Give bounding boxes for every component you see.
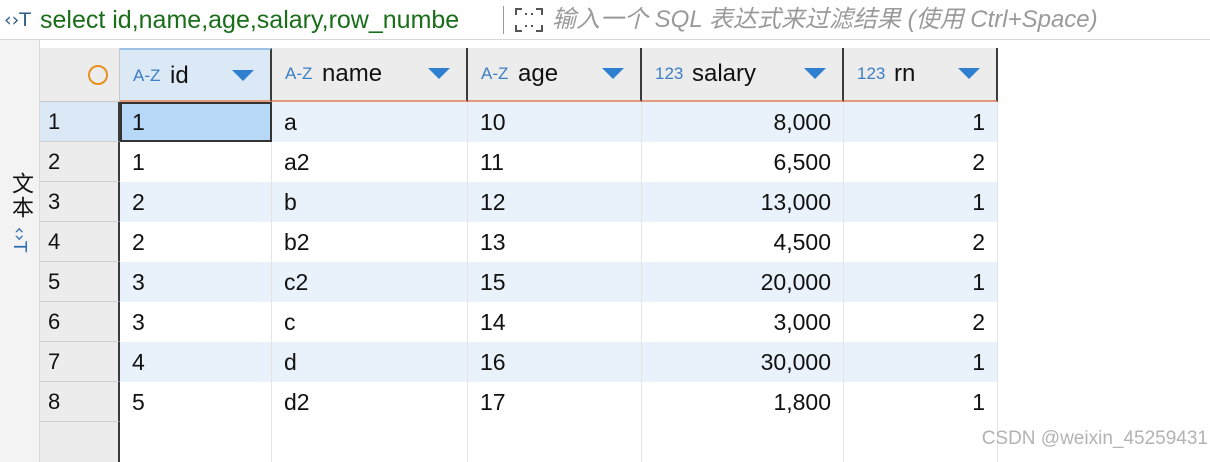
cell-name[interactable]: a2	[272, 142, 468, 182]
row-number-header[interactable]: 6	[40, 302, 120, 342]
cell-id[interactable]: 1	[120, 142, 272, 182]
cell-salary[interactable]: 6,500	[642, 142, 844, 182]
column-name: name	[322, 60, 383, 87]
row-number-header[interactable]: 1	[40, 102, 120, 142]
table-row: 2 b2 13 4,500 2	[120, 222, 998, 262]
grid-corner	[40, 48, 120, 102]
column-header-id[interactable]: A-Z id	[120, 48, 272, 102]
cell-age[interactable]: 11	[468, 142, 642, 182]
text-type-icon: A-Z	[133, 66, 161, 85]
cell-salary[interactable]: 20,000	[642, 262, 844, 302]
table-row: 1 a2 11 6,500 2	[120, 142, 998, 182]
table-row: 4 d 16 30,000 1	[120, 342, 998, 382]
cell-id[interactable]: 5	[120, 382, 272, 422]
sql-query-text[interactable]: select id,name,age,salary,row_numbe	[40, 4, 496, 36]
cell-age[interactable]: 12	[468, 182, 642, 222]
result-grid: A-Z id A-Z name A-Z age 123 salary 123 r…	[40, 48, 1210, 462]
cell-id[interactable]: 1	[120, 102, 272, 142]
cell-name[interactable]: c	[272, 302, 468, 342]
cell-salary[interactable]: 13,000	[642, 182, 844, 222]
table-row: 5 d2 17 1,800 1	[120, 382, 998, 422]
bar-divider	[503, 6, 504, 34]
empty-cell	[642, 422, 844, 462]
cell-rn[interactable]: 2	[844, 222, 998, 262]
number-type-icon: 123	[857, 64, 886, 83]
cell-salary[interactable]: 3,000	[642, 302, 844, 342]
cell-id[interactable]: 2	[120, 182, 272, 222]
row-number-header[interactable]: 8	[40, 382, 120, 422]
row-number-header[interactable]: 4	[40, 222, 120, 262]
column-header-salary[interactable]: 123 salary	[642, 48, 844, 102]
column-name: salary	[692, 60, 757, 87]
cell-name[interactable]: c2	[272, 262, 468, 302]
column-name: rn	[894, 60, 916, 87]
cell-name[interactable]: d2	[272, 382, 468, 422]
cell-name[interactable]: b2	[272, 222, 468, 262]
filter-expression-input[interactable]	[552, 4, 1202, 36]
cell-name[interactable]: d	[272, 342, 468, 382]
cell-salary[interactable]: 30,000	[642, 342, 844, 382]
tab-text[interactable]: 文本 ‹›T	[0, 172, 40, 272]
row-number-header[interactable]: 7	[40, 342, 120, 382]
query-filter-bar: ‹›T select id,name,age,salary,row_numbe	[0, 0, 1210, 40]
column-menu-arrow-icon[interactable]	[958, 68, 980, 79]
cell-age[interactable]: 15	[468, 262, 642, 302]
column-name: age	[518, 60, 559, 87]
cell-rn[interactable]: 2	[844, 302, 998, 342]
cell-salary[interactable]: 4,500	[642, 222, 844, 262]
text-view-icon: ‹›T	[9, 226, 31, 252]
sql-editor-icon[interactable]: ‹›T	[4, 7, 38, 33]
tab-text-label: 文本	[8, 172, 33, 220]
table-row: 3 c 14 3,000 2	[120, 302, 998, 342]
column-header-age[interactable]: A-Z age	[468, 48, 642, 102]
cell-salary[interactable]: 8,000	[642, 102, 844, 142]
table-row: 2 b 12 13,000 1	[120, 182, 998, 222]
cell-rn[interactable]: 2	[844, 142, 998, 182]
cell-rn[interactable]: 1	[844, 102, 998, 142]
row-number-header[interactable]: 5	[40, 262, 120, 302]
cell-age[interactable]: 13	[468, 222, 642, 262]
cell-rn[interactable]: 1	[844, 382, 998, 422]
cell-name[interactable]: b	[272, 182, 468, 222]
cell-age[interactable]: 14	[468, 302, 642, 342]
row-number-header[interactable]: 2	[40, 142, 120, 182]
column-name: id	[170, 62, 189, 89]
cell-age[interactable]: 16	[468, 342, 642, 382]
watermark: CSDN @weixin_45259431	[981, 428, 1208, 449]
empty-cell	[272, 422, 468, 462]
table-row: 3 c2 15 20,000 1	[120, 262, 998, 302]
text-type-icon: A-Z	[481, 64, 509, 83]
table-row: 1 a 10 8,000 1	[120, 102, 998, 142]
cell-id[interactable]: 3	[120, 262, 272, 302]
expand-icon[interactable]	[512, 5, 546, 35]
cell-salary[interactable]: 1,800	[642, 382, 844, 422]
cell-rn[interactable]: 1	[844, 182, 998, 222]
column-header-rn[interactable]: 123 rn	[844, 48, 998, 102]
column-menu-arrow-icon[interactable]	[232, 70, 254, 81]
cell-name[interactable]: a	[272, 102, 468, 142]
empty-cell	[120, 422, 272, 462]
cell-age[interactable]: 10	[468, 102, 642, 142]
grid-header-row: A-Z id A-Z name A-Z age 123 salary 123 r…	[40, 48, 998, 102]
empty-row-header	[40, 422, 120, 462]
text-type-icon: A-Z	[285, 64, 313, 83]
column-menu-arrow-icon[interactable]	[602, 68, 624, 79]
row-number-header[interactable]: 3	[40, 182, 120, 222]
cell-id[interactable]: 2	[120, 222, 272, 262]
column-menu-arrow-icon[interactable]	[428, 68, 450, 79]
view-mode-strip: 网格 文本 ‹›T	[0, 40, 1210, 462]
number-type-icon: 123	[655, 64, 684, 83]
cell-rn[interactable]: 1	[844, 262, 998, 302]
empty-cell	[468, 422, 642, 462]
cell-id[interactable]: 3	[120, 302, 272, 342]
cell-id[interactable]: 4	[120, 342, 272, 382]
select-all-icon[interactable]	[88, 65, 108, 85]
cell-rn[interactable]: 1	[844, 342, 998, 382]
column-menu-arrow-icon[interactable]	[804, 68, 826, 79]
column-header-name[interactable]: A-Z name	[272, 48, 468, 102]
cell-age[interactable]: 17	[468, 382, 642, 422]
